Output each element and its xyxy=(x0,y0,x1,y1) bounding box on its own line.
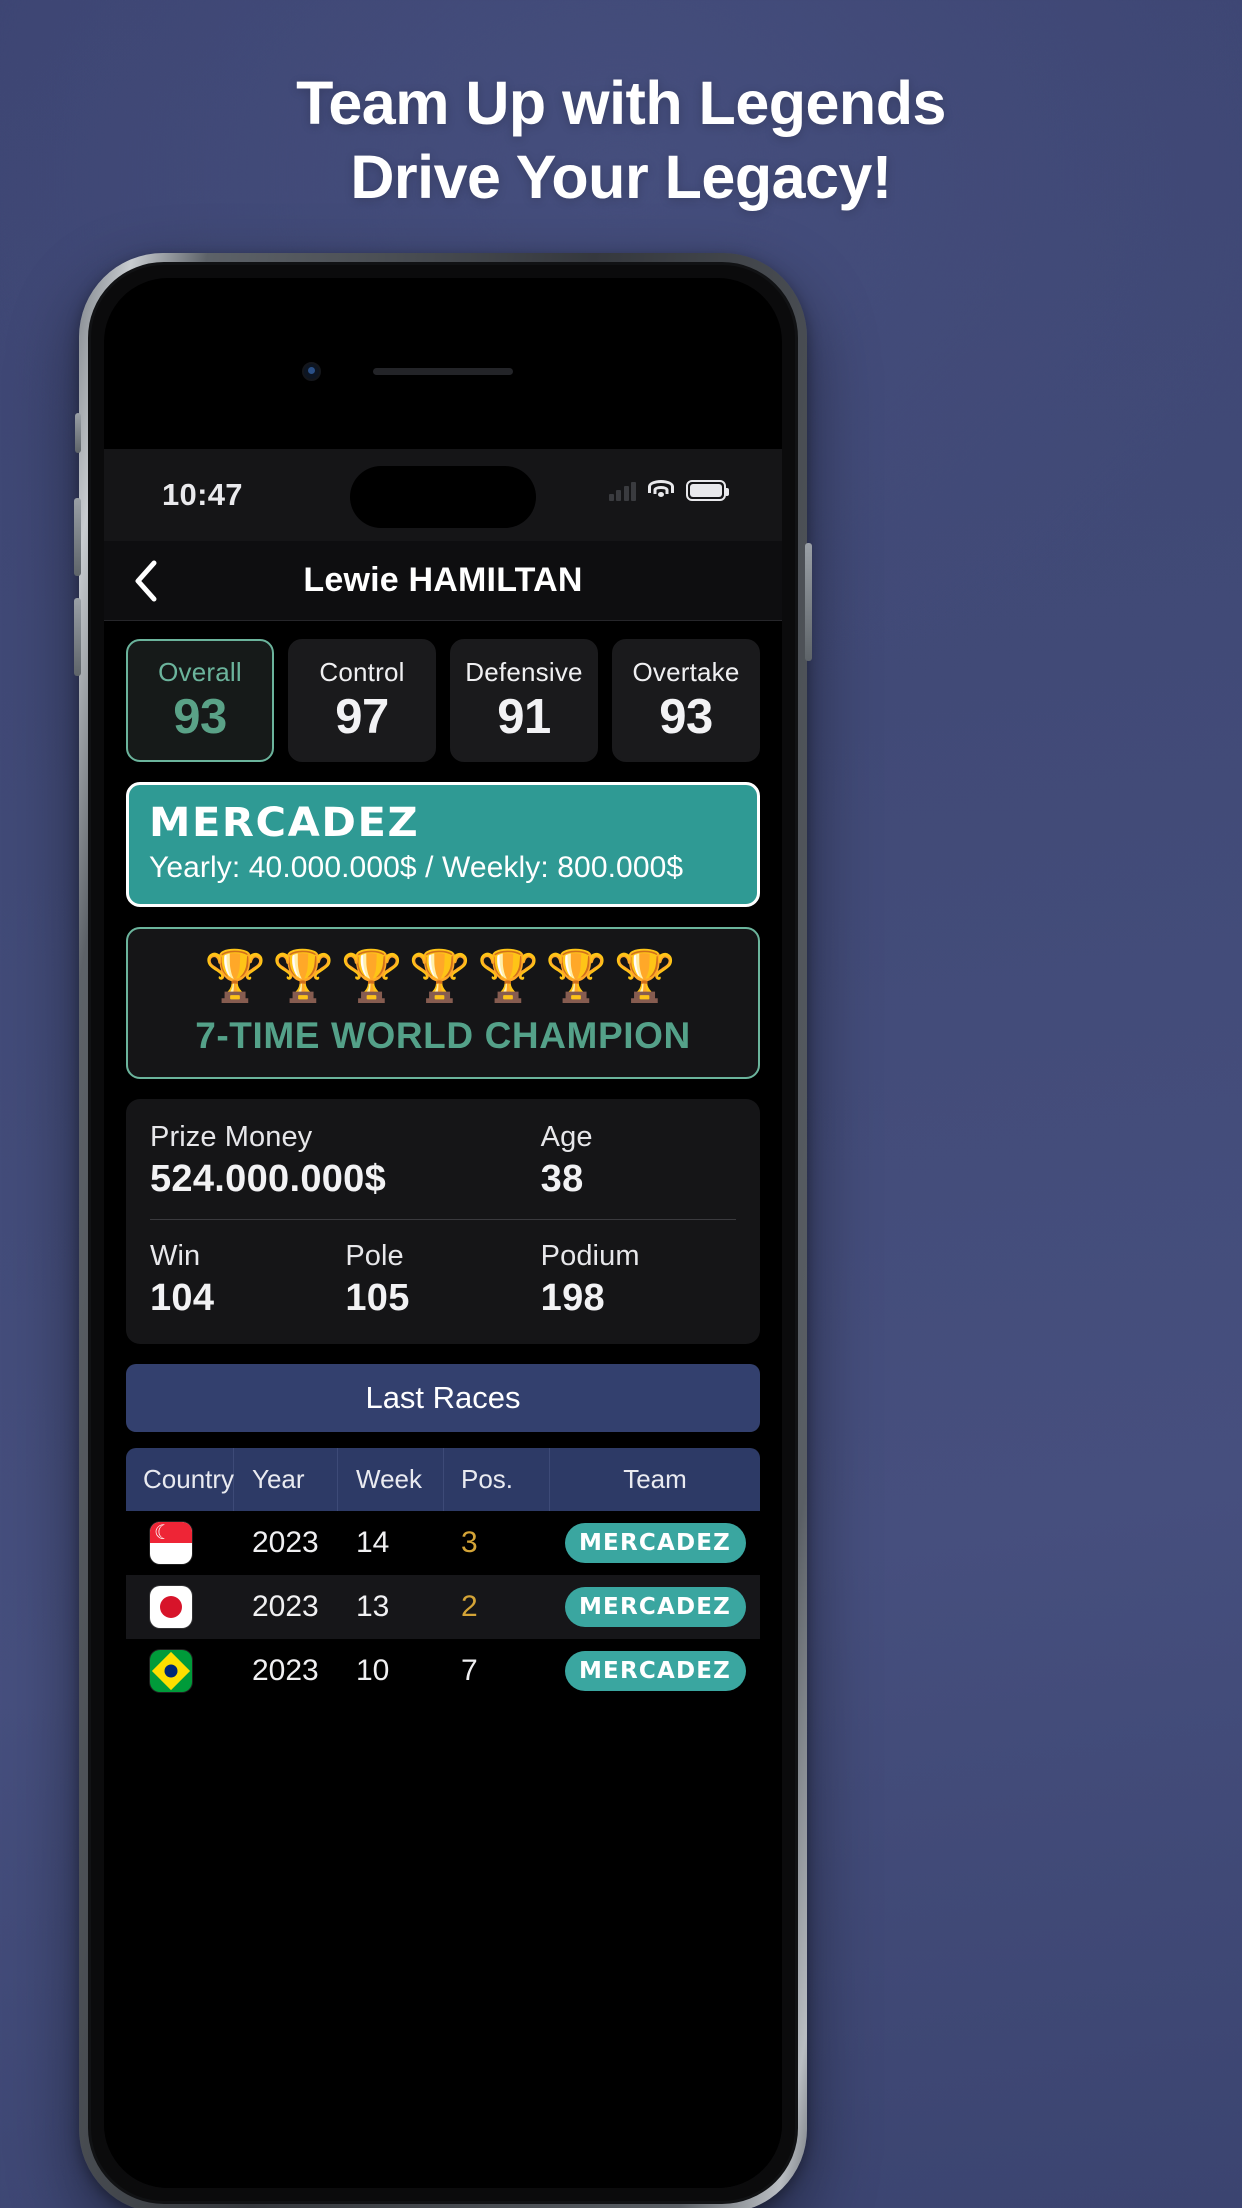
battery-icon xyxy=(686,479,729,501)
stat-age: Age 38 xyxy=(541,1121,736,1201)
stat-value: 524.000.000$ xyxy=(150,1158,387,1200)
stat-value: 97 xyxy=(335,689,389,744)
page-title: Lewie HAMILTAN xyxy=(303,561,583,599)
cell-team: MERCADEZ xyxy=(550,1651,760,1691)
promo-headline-line2: Drive Your Legacy! xyxy=(350,143,892,211)
stat-value: 38 xyxy=(540,1158,584,1200)
attribute-cards: Overall 93 Control 97 Defensive 91 Overt… xyxy=(126,639,760,762)
column-header-team[interactable]: Team xyxy=(550,1448,760,1511)
team-badge: MERCADEZ xyxy=(564,1523,746,1563)
last-races-table: Country Year Week Pos. Team 2023 xyxy=(126,1448,760,1703)
championship-title: 7-TIME WORLD CHAMPION xyxy=(195,1015,691,1056)
cell-country xyxy=(126,1586,234,1628)
stat-value: 91 xyxy=(497,689,551,744)
status-bar-time: 10:47 xyxy=(162,477,243,512)
phone-frame: 10:47 Lewie HAMILTAN Overall 93 Control … xyxy=(74,253,812,2208)
team-badge: MERCADEZ xyxy=(564,1587,746,1627)
cell-year: 2023 xyxy=(252,1526,319,1559)
chevron-left-icon xyxy=(135,560,157,601)
phone-screen: 10:47 Lewie HAMILTAN Overall 93 Control … xyxy=(104,278,782,2188)
cell-year: 2023 xyxy=(252,1654,319,1687)
career-stats-row-top: Prize Money 524.000.000$ Age 38 xyxy=(150,1121,736,1220)
cell-country xyxy=(126,1522,234,1564)
stat-label: Pole xyxy=(345,1240,404,1272)
cellular-signal-icon xyxy=(608,479,636,501)
volume-up-button[interactable] xyxy=(74,498,81,576)
stat-value: 105 xyxy=(345,1277,410,1319)
cell-team: MERCADEZ xyxy=(550,1587,760,1627)
last-races-button[interactable]: Last Races xyxy=(126,1364,760,1432)
column-header-pos[interactable]: Pos. xyxy=(444,1448,550,1511)
volume-down-button[interactable] xyxy=(74,598,81,676)
table-row[interactable]: 2023 13 2 MERCADEZ xyxy=(126,1575,760,1639)
stat-label: Age xyxy=(540,1121,593,1153)
career-stats-row-bottom: Win 104 Pole 105 Podium 198 xyxy=(150,1220,736,1320)
stat-value: 198 xyxy=(540,1277,605,1319)
stat-label: Defensive xyxy=(465,656,583,687)
stat-card-defensive[interactable]: Defensive 91 xyxy=(450,639,598,762)
team-contract-banner[interactable]: MERCADEZ Yearly: 40.000.000$ / Weekly: 8… xyxy=(126,782,760,907)
cell-week: 10 xyxy=(356,1654,390,1687)
stat-value: 104 xyxy=(150,1277,215,1319)
column-header-country[interactable]: Country xyxy=(126,1448,234,1511)
earpiece-speaker xyxy=(373,368,513,375)
trophy-icon: 🏆🏆🏆🏆🏆🏆🏆 xyxy=(204,948,682,1004)
stat-pole: Pole 105 xyxy=(345,1240,540,1320)
phone-mockup: 10:47 Lewie HAMILTAN Overall 93 Control … xyxy=(74,253,812,2208)
app-content: Overall 93 Control 97 Defensive 91 Overt… xyxy=(104,639,782,1703)
stat-win: Win 104 xyxy=(150,1240,345,1320)
cell-year: 2023 xyxy=(252,1590,319,1623)
power-button[interactable] xyxy=(805,543,812,661)
mute-switch-button[interactable] xyxy=(75,413,81,453)
stat-value: 93 xyxy=(659,689,713,744)
stat-label: Podium xyxy=(540,1240,640,1272)
stat-prize-money: Prize Money 524.000.000$ xyxy=(150,1121,541,1201)
promo-headline: Team Up with Legends Drive Your Legacy! xyxy=(0,66,1242,214)
cell-week: 13 xyxy=(356,1590,390,1623)
cell-team: MERCADEZ xyxy=(550,1523,760,1563)
team-badge: MERCADEZ xyxy=(564,1651,746,1691)
career-stats-card: Prize Money 524.000.000$ Age 38 Win 104 … xyxy=(126,1099,760,1344)
dynamic-island xyxy=(350,466,536,528)
stat-value: 93 xyxy=(173,689,227,744)
table-row[interactable]: 2023 10 7 MERCADEZ xyxy=(126,1639,760,1703)
phone-sensor-area xyxy=(104,354,782,394)
column-header-year[interactable]: Year xyxy=(234,1448,338,1511)
wifi-icon xyxy=(647,479,675,501)
status-bar-indicators xyxy=(608,479,729,501)
flag-brazil-icon xyxy=(150,1650,192,1692)
flag-japan-icon xyxy=(150,1586,192,1628)
stat-card-control[interactable]: Control 97 xyxy=(288,639,436,762)
cell-country xyxy=(126,1650,234,1692)
stat-label: Prize Money xyxy=(150,1121,313,1153)
table-header-row: Country Year Week Pos. Team xyxy=(126,1448,760,1511)
promo-headline-line1: Team Up with Legends xyxy=(296,69,946,137)
team-salary: Yearly: 40.000.000$ / Weekly: 800.000$ xyxy=(149,851,684,884)
team-name: MERCADEZ xyxy=(149,800,420,846)
cell-week: 14 xyxy=(356,1526,390,1559)
championship-banner: 🏆🏆🏆🏆🏆🏆🏆 7-TIME WORLD CHAMPION xyxy=(126,927,760,1079)
cell-position: 3 xyxy=(461,1526,478,1559)
stat-card-overall[interactable]: Overall 93 xyxy=(126,639,274,762)
status-bar: 10:47 xyxy=(104,449,782,541)
column-header-week[interactable]: Week xyxy=(338,1448,444,1511)
navigation-bar: Lewie HAMILTAN xyxy=(104,541,782,621)
stat-podium: Podium 198 xyxy=(541,1240,736,1320)
flag-singapore-icon xyxy=(150,1522,192,1564)
stat-label: Control xyxy=(319,656,405,687)
cell-position: 2 xyxy=(461,1590,478,1623)
phone-bezel: 10:47 Lewie HAMILTAN Overall 93 Control … xyxy=(88,262,798,2204)
table-row[interactable]: 2023 14 3 MERCADEZ xyxy=(126,1511,760,1575)
app-screen: 10:47 Lewie HAMILTAN Overall 93 Control … xyxy=(104,449,782,2188)
stat-label: Overall xyxy=(158,656,242,687)
stat-label: Overtake xyxy=(632,656,740,687)
back-button[interactable] xyxy=(118,553,174,609)
front-camera-icon xyxy=(302,362,321,381)
stat-card-overtake[interactable]: Overtake 93 xyxy=(612,639,760,762)
cell-position: 7 xyxy=(461,1654,478,1687)
stat-label: Win xyxy=(150,1240,201,1272)
